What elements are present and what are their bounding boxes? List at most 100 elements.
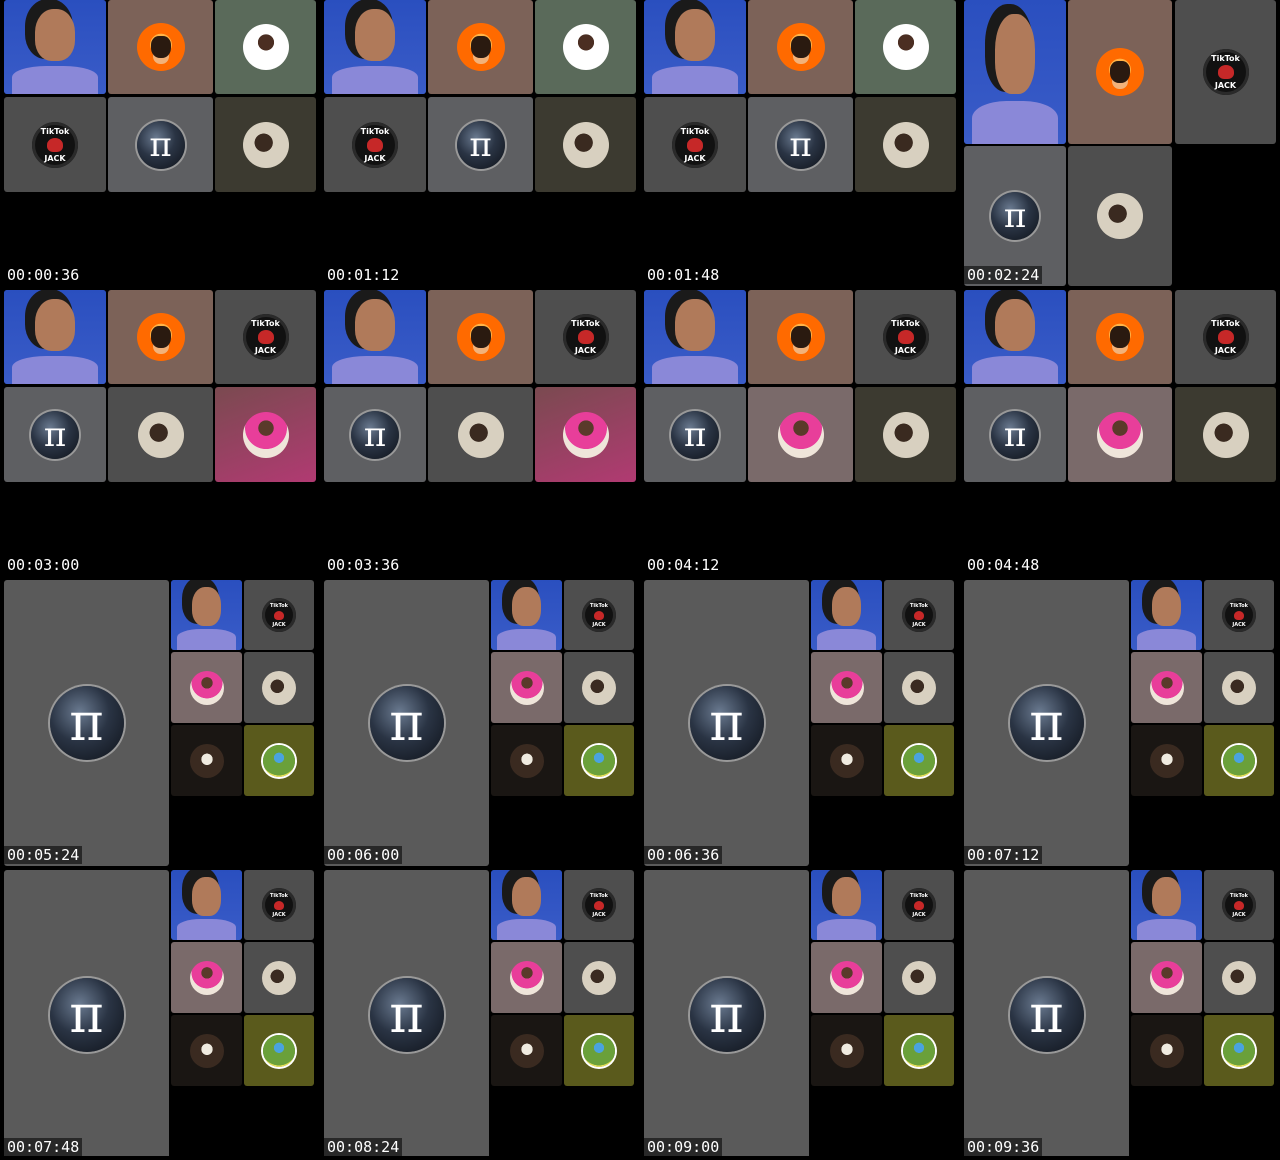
pi-tile[interactable]: π	[324, 387, 426, 482]
video-tile[interactable]	[644, 290, 746, 384]
pi-main-tile[interactable]: π	[644, 580, 809, 866]
mask-tile[interactable]	[1131, 725, 1202, 796]
video-tile[interactable]	[171, 870, 242, 940]
pi-main-tile[interactable]: π	[324, 580, 489, 866]
tiktok-tile[interactable]: TikTok JACK	[535, 290, 636, 384]
mask-tile[interactable]	[491, 725, 562, 796]
tiktok-tile[interactable]: TikTok JACK	[1175, 0, 1276, 144]
pi-tile[interactable]: π	[4, 387, 106, 482]
tiktok-tile[interactable]: TikTok JACK	[324, 97, 426, 192]
tiktok-tile[interactable]: TikTok JACK	[1175, 290, 1276, 384]
video-tile[interactable]	[1131, 580, 1202, 650]
pink-girl-tile[interactable]	[171, 942, 242, 1013]
field-tile[interactable]	[884, 725, 954, 796]
mask-tile[interactable]	[1131, 1015, 1202, 1086]
pink-girl-tile[interactable]	[811, 942, 882, 1013]
rug-tile[interactable]	[244, 652, 314, 723]
mask-tile[interactable]	[491, 1015, 562, 1086]
tiktok-tile[interactable]: TikTok JACK	[4, 97, 106, 192]
video-tile[interactable]	[964, 290, 1066, 384]
mask-tile[interactable]	[171, 725, 242, 796]
tiktok-tile[interactable]: TikTok JACK	[564, 870, 634, 940]
rug-tile[interactable]	[428, 387, 533, 482]
goku-tile[interactable]	[428, 0, 533, 94]
goku-tile[interactable]	[1068, 290, 1172, 384]
participant-tile[interactable]	[855, 0, 956, 94]
video-tile[interactable]	[491, 870, 562, 940]
tiktok-tile[interactable]: TikTok JACK	[644, 97, 746, 192]
pink-girl-tile[interactable]	[748, 387, 853, 482]
tiktok-tile[interactable]: TikTok JACK	[244, 580, 314, 650]
field-tile[interactable]	[244, 1015, 314, 1086]
tiktok-tile[interactable]: TikTok JACK	[855, 290, 956, 384]
pi-tile[interactable]: π	[964, 146, 1066, 286]
pink-girl-tile[interactable]	[491, 942, 562, 1013]
rug-tile[interactable]	[215, 97, 316, 192]
tiktok-tile[interactable]: TikTok JACK	[884, 580, 954, 650]
pi-main-tile[interactable]: π	[964, 870, 1129, 1156]
pink-girl-tile[interactable]	[1068, 387, 1172, 482]
pi-tile[interactable]: π	[964, 387, 1066, 482]
rug-tile[interactable]	[535, 97, 636, 192]
pink-girl-tile[interactable]	[491, 652, 562, 723]
pink-girl-tile[interactable]	[171, 652, 242, 723]
pink-girl-tile[interactable]	[215, 387, 316, 482]
video-tile[interactable]	[4, 290, 106, 384]
pi-main-tile[interactable]: π	[964, 580, 1129, 866]
mask-tile[interactable]	[811, 725, 882, 796]
rug-tile[interactable]	[884, 942, 954, 1013]
rug-tile[interactable]	[564, 942, 634, 1013]
tiktok-tile[interactable]: TikTok JACK	[884, 870, 954, 940]
field-tile[interactable]	[1204, 1015, 1274, 1086]
rug-tile[interactable]	[884, 652, 954, 723]
pink-girl-tile[interactable]	[1131, 942, 1202, 1013]
video-tile[interactable]	[811, 870, 882, 940]
pi-tile[interactable]: π	[644, 387, 746, 482]
field-tile[interactable]	[244, 725, 314, 796]
pi-main-tile[interactable]: π	[324, 870, 489, 1156]
video-tile[interactable]	[644, 0, 746, 94]
goku-tile[interactable]	[1068, 0, 1172, 144]
rug-tile[interactable]	[1204, 652, 1274, 723]
tiktok-tile[interactable]: TikTok JACK	[1204, 580, 1274, 650]
video-tile[interactable]	[4, 0, 106, 94]
tiktok-tile[interactable]: TikTok JACK	[244, 870, 314, 940]
rug-tile[interactable]	[1175, 387, 1276, 482]
video-tile[interactable]	[964, 0, 1066, 144]
video-tile[interactable]	[324, 290, 426, 384]
pi-tile[interactable]: π	[428, 97, 533, 192]
mask-tile[interactable]	[811, 1015, 882, 1086]
pink-girl-tile[interactable]	[1131, 652, 1202, 723]
video-tile[interactable]	[1131, 870, 1202, 940]
field-tile[interactable]	[564, 1015, 634, 1086]
rug-tile[interactable]	[564, 652, 634, 723]
tiktok-tile[interactable]: TikTok JACK	[1204, 870, 1274, 940]
goku-tile[interactable]	[748, 0, 853, 94]
pi-tile[interactable]: π	[748, 97, 853, 192]
pink-girl-tile[interactable]	[535, 387, 636, 482]
pink-girl-tile[interactable]	[811, 652, 882, 723]
pi-main-tile[interactable]: π	[4, 870, 169, 1156]
field-tile[interactable]	[1204, 725, 1274, 796]
rug-tile[interactable]	[1068, 146, 1172, 286]
field-tile[interactable]	[564, 725, 634, 796]
video-tile[interactable]	[811, 580, 882, 650]
mask-tile[interactable]	[171, 1015, 242, 1086]
pi-main-tile[interactable]: π	[644, 870, 809, 1156]
goku-tile[interactable]	[748, 290, 853, 384]
pi-main-tile[interactable]: π	[4, 580, 169, 866]
goku-tile[interactable]	[108, 290, 213, 384]
video-tile[interactable]	[491, 580, 562, 650]
tiktok-tile[interactable]: TikTok JACK	[564, 580, 634, 650]
goku-tile[interactable]	[428, 290, 533, 384]
pi-tile[interactable]: π	[108, 97, 213, 192]
rug-tile[interactable]	[244, 942, 314, 1013]
participant-tile[interactable]	[215, 0, 316, 94]
participant-tile[interactable]	[535, 0, 636, 94]
rug-tile[interactable]	[855, 97, 956, 192]
rug-tile[interactable]	[108, 387, 213, 482]
goku-tile[interactable]	[108, 0, 213, 94]
rug-tile[interactable]	[855, 387, 956, 482]
tiktok-tile[interactable]: TikTok JACK	[215, 290, 316, 384]
rug-tile[interactable]	[1204, 942, 1274, 1013]
